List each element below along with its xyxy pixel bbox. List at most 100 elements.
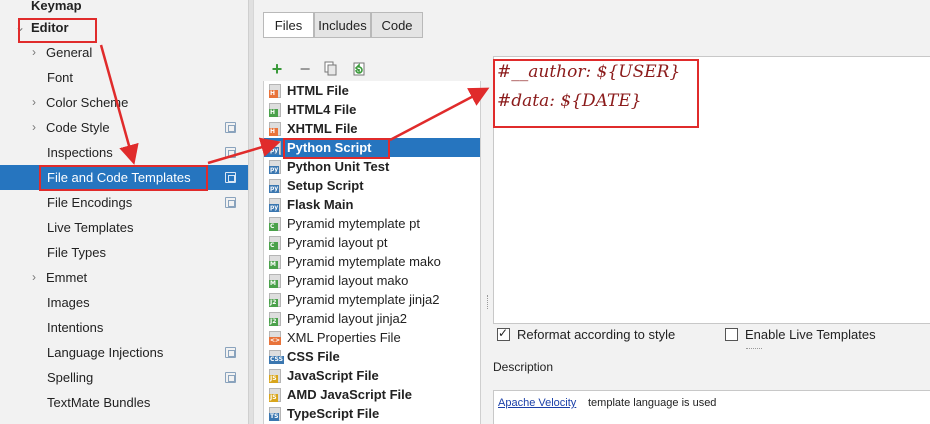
chevron-right-icon[interactable]: › bbox=[28, 90, 40, 115]
apache-velocity-link[interactable]: Apache Velocity bbox=[498, 397, 576, 409]
live-templates-label[interactable]: Enable Live Templates bbox=[745, 327, 876, 342]
template-editor[interactable]: #__author: ${USER} #data: ${DATE} bbox=[493, 56, 930, 324]
sidebar-splitter[interactable] bbox=[248, 0, 254, 424]
template-item-pyramid-mytemplate-mako[interactable]: M Pyramid mytemplate mako bbox=[264, 252, 480, 271]
list-editor-splitter[interactable] bbox=[483, 57, 492, 424]
javascript-file-icon: JS bbox=[269, 369, 281, 383]
copy-icon[interactable] bbox=[321, 59, 341, 79]
tab-code[interactable]: Code bbox=[371, 12, 423, 38]
sidebar-item-label: Inspections bbox=[47, 145, 113, 160]
chameleon-file-icon: C bbox=[269, 217, 281, 231]
template-label: XHTML File bbox=[287, 121, 358, 136]
template-toolbar: + − bbox=[263, 57, 481, 81]
chevron-down-icon[interactable]: ⌄ bbox=[14, 15, 26, 40]
sidebar-item-general[interactable]: › General bbox=[0, 40, 248, 65]
template-item-xml-properties-file[interactable]: <> XML Properties File bbox=[264, 328, 480, 347]
project-scope-icon bbox=[225, 122, 236, 133]
template-item-xhtml-file[interactable]: H XHTML File bbox=[264, 119, 480, 138]
sidebar-item-file-and-code-templates[interactable]: File and Code Templates bbox=[0, 165, 248, 190]
python-file-icon: py bbox=[269, 160, 281, 174]
python-file-icon: py bbox=[269, 141, 281, 155]
template-item-javascript-file[interactable]: JS JavaScript File bbox=[264, 366, 480, 385]
javascript-file-icon: JS bbox=[269, 388, 281, 402]
html-file-icon: H bbox=[269, 122, 281, 136]
chameleon-file-icon: C bbox=[269, 236, 281, 250]
sidebar-item-color-scheme[interactable]: › Color Scheme bbox=[0, 90, 248, 115]
sidebar-item-file-types[interactable]: File Types bbox=[0, 240, 248, 265]
description-panel: Apache Velocity template language is use… bbox=[493, 390, 930, 424]
sidebar-item-label: Emmet bbox=[46, 270, 88, 285]
project-scope-icon bbox=[225, 372, 236, 383]
template-item-amd-javascript-file[interactable]: JS AMD JavaScript File bbox=[264, 385, 480, 404]
splitter-grip-icon[interactable] bbox=[746, 348, 762, 350]
template-item-pyramid-layout-mako[interactable]: M Pyramid layout mako bbox=[264, 271, 480, 290]
template-label: Setup Script bbox=[287, 178, 364, 193]
chevron-right-icon[interactable]: › bbox=[28, 265, 40, 290]
template-item-python-script[interactable]: py Python Script bbox=[264, 138, 480, 157]
template-label: HTML4 File bbox=[287, 102, 357, 117]
template-item-pyramid-layout-pt[interactable]: C Pyramid layout pt bbox=[264, 233, 480, 252]
chevron-right-icon[interactable]: › bbox=[28, 115, 40, 140]
sidebar-item-spelling[interactable]: Spelling bbox=[0, 365, 248, 390]
css-file-icon: CSS bbox=[269, 350, 284, 364]
template-label: JavaScript File bbox=[287, 368, 379, 383]
tab-includes[interactable]: Includes bbox=[314, 12, 371, 38]
typescript-file-icon: TS bbox=[269, 407, 281, 421]
sidebar-item-intentions[interactable]: Intentions bbox=[0, 315, 248, 340]
sidebar-item-label: General bbox=[46, 45, 93, 60]
template-item-setup-script[interactable]: py Setup Script bbox=[264, 176, 480, 195]
template-item-pyramid-mytemplate-jinja2[interactable]: J2 Pyramid mytemplate jinja2 bbox=[264, 290, 480, 309]
template-item-flask-main[interactable]: py Flask Main bbox=[264, 195, 480, 214]
code-separator: : bbox=[585, 62, 597, 82]
reset-icon[interactable] bbox=[349, 59, 369, 79]
template-item-typescript-file[interactable]: TS TypeScript File bbox=[264, 404, 480, 423]
reformat-label[interactable]: Reformat according to style bbox=[517, 327, 675, 342]
sidebar-item-images[interactable]: Images bbox=[0, 290, 248, 315]
template-item-html4-file[interactable]: H HTML4 File bbox=[264, 100, 480, 119]
description-title: Description bbox=[493, 360, 554, 374]
template-item-pyramid-layout-jinja2[interactable]: J2 Pyramid layout jinja2 bbox=[264, 309, 480, 328]
project-scope-icon bbox=[225, 347, 236, 358]
template-label: AMD JavaScript File bbox=[287, 387, 412, 402]
template-label: CSS File bbox=[287, 349, 340, 364]
code-variable: ${USER} bbox=[596, 62, 681, 82]
description-text: template language is used bbox=[588, 397, 717, 409]
sidebar-item-emmet[interactable]: › Emmet bbox=[0, 265, 248, 290]
template-item-python-unit-test[interactable]: py Python Unit Test bbox=[264, 157, 480, 176]
mako-file-icon: M bbox=[269, 274, 281, 288]
sidebar-item-editor[interactable]: ⌄ Editor bbox=[0, 15, 248, 40]
html-file-icon: H bbox=[269, 84, 281, 98]
python-file-icon: py bbox=[269, 179, 281, 193]
sidebar-item-code-style[interactable]: › Code Style bbox=[0, 115, 248, 140]
sidebar-item-label: File and Code Templates bbox=[47, 170, 191, 185]
mako-file-icon: M bbox=[269, 255, 281, 269]
template-label: Pyramid layout mako bbox=[287, 273, 409, 288]
template-label: Pyramid mytemplate pt bbox=[287, 216, 420, 231]
live-templates-checkbox[interactable] bbox=[725, 328, 738, 341]
sidebar-item-label: Images bbox=[47, 295, 90, 310]
reformat-checkbox[interactable] bbox=[497, 326, 510, 341]
template-list: H HTML File H HTML4 File H XHTML File py… bbox=[263, 81, 481, 424]
template-item-css-file[interactable]: CSS CSS File bbox=[264, 347, 480, 366]
minus-icon[interactable]: − bbox=[295, 59, 315, 79]
sidebar-item-label: Intentions bbox=[47, 320, 104, 335]
template-label: Pyramid mytemplate mako bbox=[287, 254, 441, 269]
sidebar-item-textmate-bundles[interactable]: TextMate Bundles bbox=[0, 390, 248, 415]
splitter-grip-icon[interactable] bbox=[487, 295, 489, 309]
template-label: HTML File bbox=[287, 83, 349, 98]
sidebar-item-inspections[interactable]: Inspections bbox=[0, 140, 248, 165]
template-label: Python Unit Test bbox=[287, 159, 390, 174]
plus-icon[interactable]: + bbox=[267, 59, 287, 79]
code-line-data: #data: ${DATE} bbox=[497, 91, 642, 111]
template-label: Flask Main bbox=[287, 197, 354, 212]
template-item-html-file[interactable]: H HTML File bbox=[264, 81, 480, 100]
tab-files[interactable]: Files bbox=[263, 12, 314, 38]
sidebar-item-file-encodings[interactable]: File Encodings bbox=[0, 190, 248, 215]
sidebar-item-language-injections[interactable]: Language Injections bbox=[0, 340, 248, 365]
python-file-icon: py bbox=[269, 198, 281, 212]
sidebar-item-font[interactable]: Font bbox=[0, 65, 248, 90]
sidebar-item-live-templates[interactable]: Live Templates bbox=[0, 215, 248, 240]
template-item-pyramid-mytemplate-pt[interactable]: C Pyramid mytemplate pt bbox=[264, 214, 480, 233]
html-file-icon: H bbox=[269, 103, 281, 117]
chevron-right-icon[interactable]: › bbox=[28, 40, 40, 65]
